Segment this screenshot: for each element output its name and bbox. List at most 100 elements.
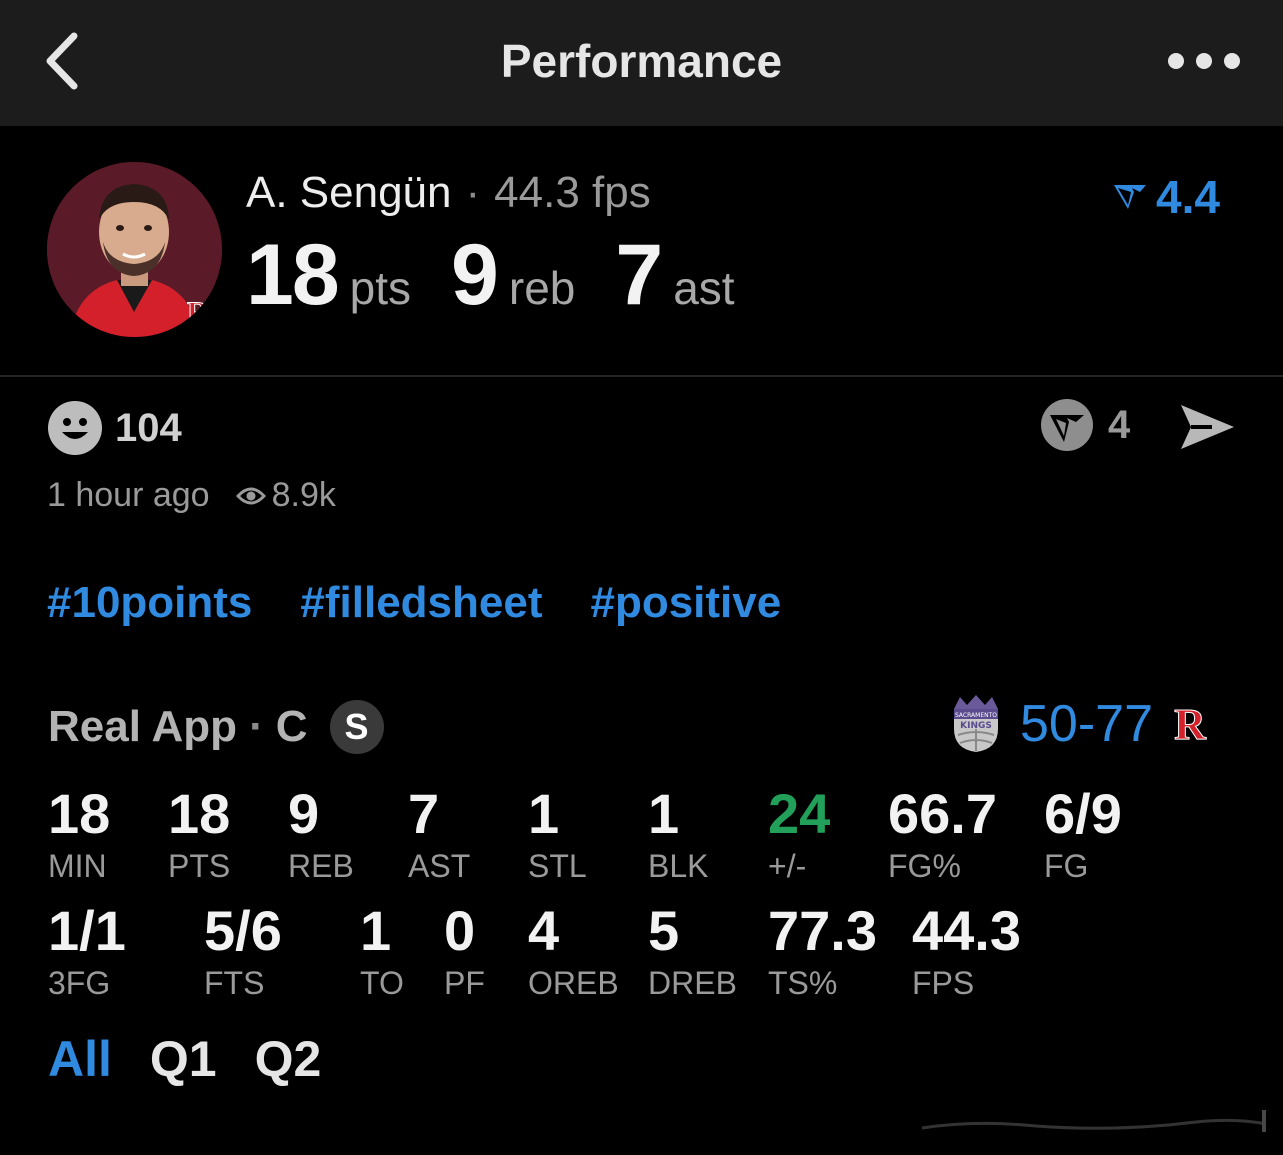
stat-value: 5 xyxy=(648,899,680,962)
stat-ts-pct: 77.3 TS% xyxy=(768,903,877,1002)
stat-value: 6/9 xyxy=(1044,782,1122,845)
smiley-face-icon xyxy=(48,401,102,455)
separator-dot: · xyxy=(249,702,264,751)
stat-value: 0 xyxy=(444,899,476,962)
stat-3fg: 1/1 3FG xyxy=(48,903,126,1002)
more-options-button[interactable] xyxy=(1168,44,1240,78)
stat-value: 44.3 xyxy=(912,899,1021,962)
stat-to: 1 TO xyxy=(360,903,404,1002)
player-rating[interactable]: 4.4 xyxy=(1112,170,1220,224)
headline-assists-value: 7 xyxy=(615,227,663,323)
rating-value: 4.4 xyxy=(1156,171,1220,223)
svg-text:R: R xyxy=(1174,700,1207,749)
tab-all[interactable]: All xyxy=(48,1030,112,1088)
stat-label: MIN xyxy=(48,848,107,884)
headline-rebounds-unit: reb xyxy=(508,262,576,314)
view-count: 8.9k xyxy=(235,476,336,515)
stat-reb: 9 REB xyxy=(288,786,354,885)
stat-stl: 1 STL xyxy=(528,786,587,885)
stat-value: 1 xyxy=(648,782,680,845)
stat-label: AST xyxy=(408,848,471,884)
watermark xyxy=(916,1108,1272,1136)
eye-icon xyxy=(235,487,266,504)
player-name[interactable]: A. Sengün xyxy=(246,168,452,217)
stat-ast: 7 AST xyxy=(408,786,470,885)
tab-q1[interactable]: Q1 xyxy=(150,1030,217,1088)
player-position: C xyxy=(275,702,308,751)
stat-value: 4 xyxy=(528,899,560,962)
reaction-button[interactable]: 104 xyxy=(47,400,182,456)
stat-label: PTS xyxy=(168,848,231,884)
stat-label: BLK xyxy=(648,848,709,884)
stat-pts: 18 PTS xyxy=(168,786,230,885)
stat-value: 1 xyxy=(528,782,560,845)
stat-label: STL xyxy=(528,848,587,884)
more-horizontal-icon xyxy=(1196,53,1212,69)
time-ago: 1 hour ago xyxy=(47,476,210,514)
hashtag-link[interactable]: #filledsheet xyxy=(300,578,542,628)
stat-label: 3FG xyxy=(48,965,111,1001)
svg-text:R: R xyxy=(187,296,209,329)
headline-points-value: 18 xyxy=(246,227,340,323)
stat-value: 1 xyxy=(360,899,392,962)
stat-label: PF xyxy=(444,965,485,1001)
stat-value: 77.3 xyxy=(768,899,877,962)
game-score: 50-77 xyxy=(1020,695,1153,753)
stat-fg: 6/9 FG xyxy=(1044,786,1122,885)
stat-min: 18 MIN xyxy=(48,786,110,885)
stat-pf: 0 PF xyxy=(444,903,485,1002)
svg-text:SACRAMENTO: SACRAMENTO xyxy=(955,712,997,719)
headline-stats: 18 pts 9 reb 7 ast xyxy=(246,226,775,325)
stat-blk: 1 BLK xyxy=(648,786,708,885)
rockets-logo-icon: R xyxy=(1174,700,1208,750)
stat-dreb: 5 DREB xyxy=(648,903,737,1002)
stat-value: 18 xyxy=(168,782,231,845)
player-avatar[interactable]: R xyxy=(47,162,222,337)
hashtag-list: #10points #filledsheet #positive xyxy=(47,578,829,628)
top-nav-bar: Performance xyxy=(0,0,1283,126)
stat-value: 1/1 xyxy=(48,899,126,962)
tab-q2[interactable]: Q2 xyxy=(255,1030,322,1088)
send-icon xyxy=(1181,405,1234,449)
stat-fts: 5/6 FTS xyxy=(204,903,282,1002)
stat-label: +/- xyxy=(768,848,807,884)
reaction-count: 104 xyxy=(115,405,182,450)
more-horizontal-icon xyxy=(1224,53,1240,69)
stat-label: OREB xyxy=(528,965,619,1001)
stat-value: 9 xyxy=(288,782,320,845)
headline-rebounds-value: 9 xyxy=(451,227,499,323)
hashtag-link[interactable]: #positive xyxy=(590,578,781,628)
share-button[interactable] xyxy=(1178,402,1236,457)
stat-value: 66.7 xyxy=(888,782,997,845)
stat-label: TO xyxy=(360,965,404,1001)
stat-fps: 44.3 FPS xyxy=(912,903,1021,1002)
vote-button[interactable]: 4 xyxy=(1040,398,1130,452)
stat-fg-pct: 66.7 FG% xyxy=(888,786,997,885)
section-divider xyxy=(0,375,1283,377)
headline-points-unit: pts xyxy=(349,262,412,314)
post-meta: 1 hour ago 8.9k xyxy=(47,476,336,515)
real-app-logo-icon xyxy=(1041,399,1093,451)
more-horizontal-icon xyxy=(1168,53,1184,69)
starter-badge: S xyxy=(329,700,384,754)
stat-value: 18 xyxy=(48,782,111,845)
stat-plus-minus: 24 +/- xyxy=(768,786,830,885)
source-name: Real App xyxy=(48,702,238,751)
page-title: Performance xyxy=(500,35,783,87)
stat-value: 5/6 xyxy=(204,899,282,962)
kings-logo-icon: SACRAMENTO KINGS xyxy=(954,695,998,752)
stat-label: FTS xyxy=(204,965,265,1001)
views-value: 8.9k xyxy=(271,476,336,514)
player-photo: R xyxy=(47,162,222,337)
game-matchup[interactable]: SACRAMENTO KINGS 50-77 R xyxy=(950,694,1211,754)
stat-label: DREB xyxy=(648,965,737,1001)
stat-value: 7 xyxy=(408,782,440,845)
stat-oreb: 4 OREB xyxy=(528,903,619,1002)
stat-label: FG xyxy=(1044,848,1089,884)
hashtag-link[interactable]: #10points xyxy=(47,578,252,628)
stat-source-line: Real App · C S xyxy=(48,700,384,754)
stat-label: TS% xyxy=(768,965,838,1001)
real-app-vote-icon xyxy=(1114,185,1146,209)
stat-label: FPS xyxy=(912,965,975,1001)
vote-count: 4 xyxy=(1108,402,1131,447)
